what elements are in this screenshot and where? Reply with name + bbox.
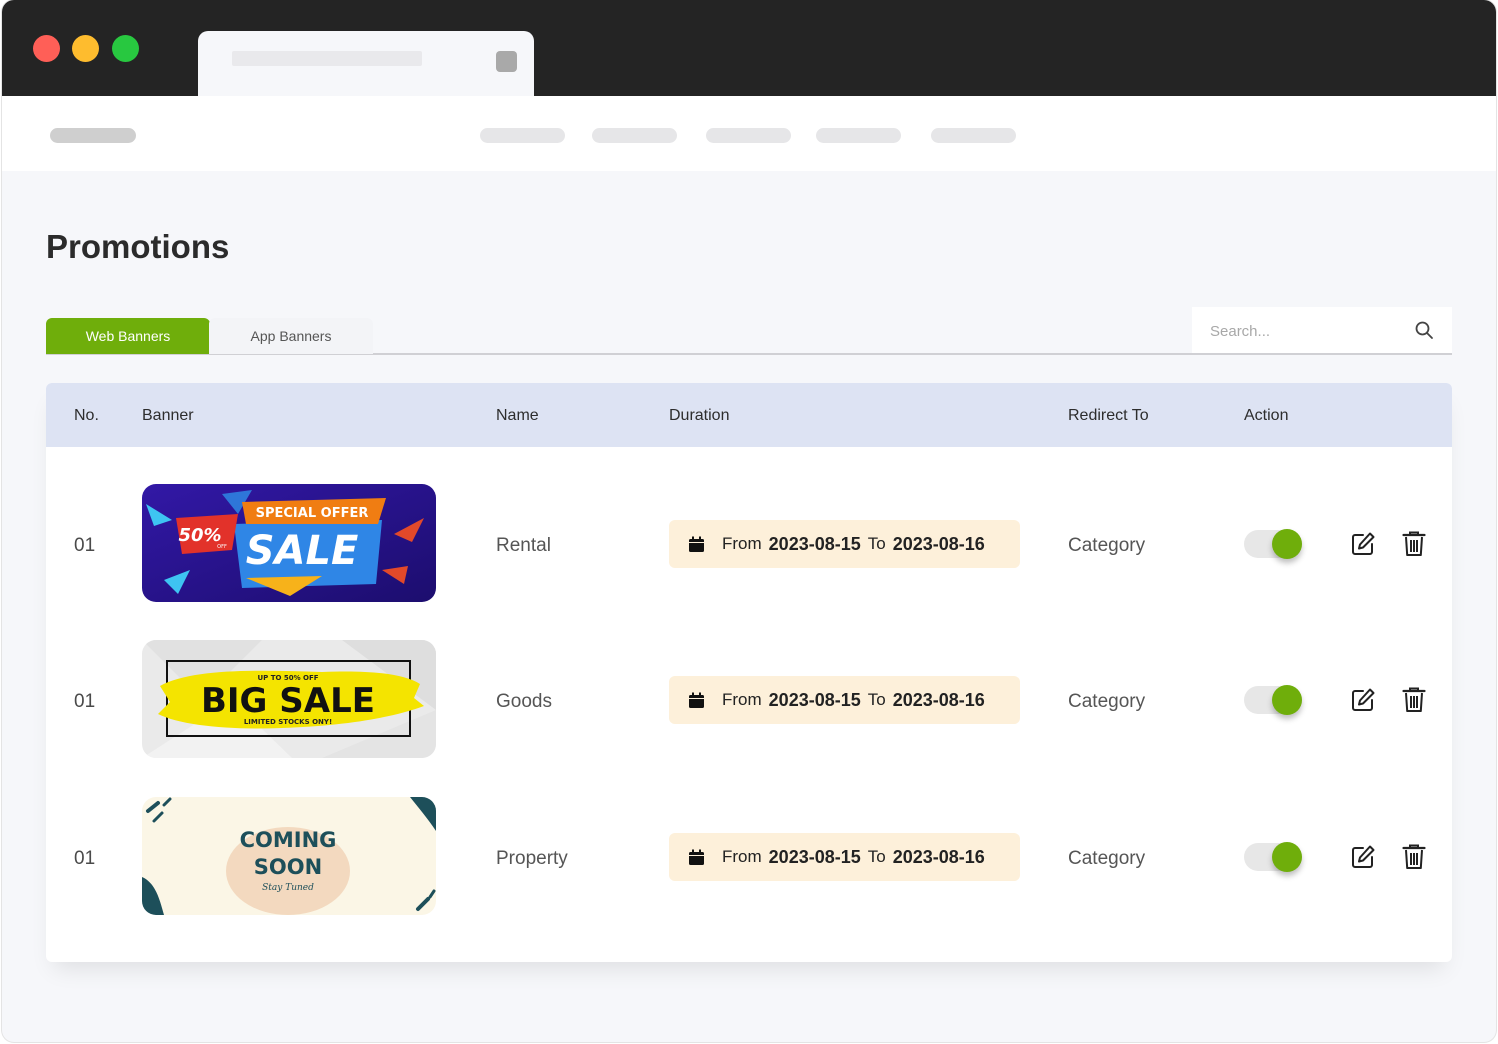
banner-main-text: SALE [246,528,359,574]
duration-from-date: 2023-08-15 [768,689,861,710]
nav-link-placeholder-2[interactable] [592,128,677,143]
toggle-knob [1272,842,1302,872]
toggle-knob [1272,529,1302,559]
edit-icon[interactable] [1350,844,1376,870]
toggle-knob [1272,685,1302,715]
tab-web-banners[interactable]: Web Banners [46,318,210,354]
banner-bottom-text: LIMITED STOCKS ONY! [244,718,332,726]
browser-tab-close-icon[interactable] [496,51,517,72]
banner-line3-text: Stay Tuned [262,883,314,893]
promotions-table: No. Banner Name Duration Redirect To Act… [46,383,1452,962]
nav-link-placeholder-1[interactable] [480,128,565,143]
banner-image-special-offer-sale[interactable]: SPECIAL OFFER 50% OFF SALE [142,484,436,602]
trash-icon[interactable] [1402,844,1426,870]
nav-link-placeholder-4[interactable] [816,128,901,143]
duration-from-date: 2023-08-15 [768,846,861,867]
row-name: Property [496,848,568,869]
table-row: 01 UP TO 50% OFF BIG SALE LIMITED STOCKS… [46,623,1452,779]
search-box [1192,307,1452,355]
row-name: Goods [496,691,552,712]
column-header-no: No. [74,407,99,424]
close-window-button[interactable] [33,35,60,62]
trash-icon[interactable] [1402,531,1426,557]
edit-icon[interactable] [1350,531,1376,557]
banner-line2-text: SOON [254,855,322,879]
duration-to-label: To [867,847,886,866]
calendar-icon [689,536,704,552]
nav-link-placeholder-3[interactable] [706,128,791,143]
banner-main-text: BIG SALE [201,681,375,721]
calendar-icon [689,692,704,708]
maximize-window-button[interactable] [112,35,139,62]
trash-icon[interactable] [1402,687,1426,713]
browser-window: Promotions Web Banners App Banners No. B… [2,0,1496,1042]
row-redirect-to: Category [1068,848,1146,869]
duration-to-label: To [867,690,886,709]
duration-from-label: From [722,690,762,709]
browser-titlebar [2,0,1496,101]
row-redirect-to: Category [1068,691,1146,712]
banner-line1-text: COMING [240,828,337,852]
status-toggle[interactable] [1244,685,1302,715]
duration-from-label: From [722,534,762,553]
row-number: 01 [74,535,96,556]
duration-badge: From 2023-08-15 To 2023-08-16 [669,676,1020,724]
column-header-action: Action [1244,407,1289,424]
table-header: No. Banner Name Duration Redirect To Act… [46,383,1452,447]
duration-badge: From 2023-08-15 To 2023-08-16 [669,833,1020,881]
duration-to-date: 2023-08-16 [892,846,985,867]
table-row: 01 SPECIAL OFFER 50% OFF SALE Rental Fro… [46,467,1452,623]
duration-badge: From 2023-08-15 To 2023-08-16 [669,520,1020,568]
status-toggle[interactable] [1244,529,1302,559]
search-input[interactable] [1210,317,1400,345]
top-navbar [2,96,1496,171]
status-toggle[interactable] [1244,842,1302,872]
banner-image-big-sale[interactable]: UP TO 50% OFF BIG SALE LIMITED STOCKS ON… [142,640,436,758]
duration-to-date: 2023-08-16 [892,533,985,554]
minimize-window-button[interactable] [72,35,99,62]
banner-top-text: SPECIAL OFFER [256,506,369,521]
duration-to-date: 2023-08-16 [892,689,985,710]
duration-to-label: To [867,534,886,553]
search-icon[interactable] [1414,320,1434,340]
browser-tab[interactable] [198,31,534,101]
banner-badge-text: 50% [178,525,221,546]
column-header-name: Name [496,407,539,424]
page-title: Promotions [46,228,230,265]
banner-image-coming-soon[interactable]: COMING SOON Stay Tuned [142,797,436,915]
duration-from-label: From [722,847,762,866]
banner-badge-small-text: OFF [217,544,227,550]
row-number: 01 [74,848,96,869]
browser-tab-title-placeholder [232,51,422,66]
table-row: 01 COMING SOON Stay Tuned Property From … [46,780,1452,936]
column-header-redirect-to: Redirect To [1068,407,1149,424]
row-name: Rental [496,535,551,556]
column-header-banner: Banner [142,407,194,424]
tab-app-banners[interactable]: App Banners [209,318,373,354]
edit-icon[interactable] [1350,687,1376,713]
calendar-icon [689,849,704,865]
row-redirect-to: Category [1068,535,1146,556]
nav-link-placeholder-5[interactable] [931,128,1016,143]
duration-from-date: 2023-08-15 [768,533,861,554]
column-header-duration: Duration [669,407,730,424]
logo-placeholder[interactable] [50,128,136,143]
row-number: 01 [74,691,96,712]
